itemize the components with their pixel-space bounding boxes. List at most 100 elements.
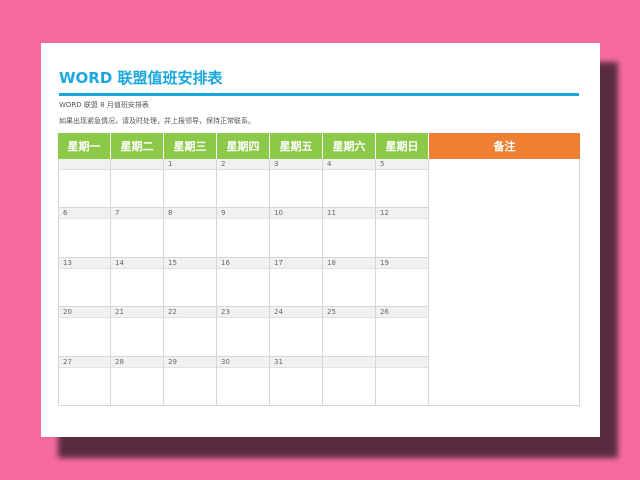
day-cell-body: [217, 170, 269, 207]
day-cell[interactable]: 13: [58, 257, 111, 308]
day-number: 5: [376, 159, 428, 170]
day-number: 14: [111, 257, 163, 269]
day-header-wed: 星期三: [164, 133, 217, 159]
day-cell[interactable]: [58, 159, 111, 209]
document-page: WORD 联盟值班安排表 WORD 联盟 8 月值班安排表 如果出现紧急情况，请…: [41, 43, 600, 437]
day-cell-body: [164, 318, 216, 355]
day-cell[interactable]: 16: [217, 257, 270, 308]
day-cell-body: [217, 269, 269, 306]
day-cell[interactable]: 28: [111, 356, 164, 406]
day-number: 21: [111, 307, 163, 319]
day-cell[interactable]: 25: [323, 307, 376, 357]
day-cell-body: [270, 368, 322, 405]
day-cell-body: [323, 219, 375, 256]
day-cell[interactable]: 12: [376, 208, 429, 258]
day-cell[interactable]: 19: [376, 257, 429, 308]
day-number: 8: [164, 208, 216, 220]
day-cell-body: [270, 219, 322, 256]
day-cell[interactable]: 29: [164, 356, 217, 406]
day-cell[interactable]: [323, 356, 376, 406]
day-cell[interactable]: 22: [164, 307, 217, 357]
day-cell-body: [217, 368, 269, 405]
day-cell[interactable]: 9: [217, 208, 270, 258]
document-title: WORD 联盟值班安排表: [59, 69, 223, 87]
day-header-thu: 星期四: [217, 133, 270, 159]
day-cell-body: [270, 170, 322, 207]
day-cell[interactable]: 30: [217, 356, 270, 406]
notes-header: 备注: [429, 133, 580, 159]
day-number: 16: [217, 257, 269, 269]
day-cell[interactable]: 2: [217, 159, 270, 209]
day-cell[interactable]: 14: [111, 257, 164, 308]
day-cell[interactable]: [376, 356, 429, 406]
day-cell[interactable]: 5: [376, 159, 429, 209]
day-number: 26: [376, 307, 428, 319]
day-header-fri: 星期五: [270, 133, 323, 159]
day-number: 11: [323, 208, 375, 220]
calendar-header-row: 星期一 星期二 星期三 星期四 星期五 星期六 星期日 备注: [58, 133, 580, 159]
day-cell[interactable]: 7: [111, 208, 164, 258]
day-number: 27: [59, 356, 110, 368]
day-cell[interactable]: 10: [270, 208, 323, 258]
day-cell[interactable]: [111, 159, 164, 209]
day-number: 24: [270, 307, 322, 319]
day-header-tue: 星期二: [111, 133, 164, 159]
calendar-week-row: 6 7 8 9 10 11 12: [58, 208, 429, 258]
day-cell-body: [217, 219, 269, 256]
day-cell[interactable]: 26: [376, 307, 429, 357]
day-number: [323, 356, 375, 368]
day-cell-body: [59, 318, 110, 355]
day-number: 12: [376, 208, 428, 220]
day-cell-body: [111, 318, 163, 355]
day-cell-body: [376, 219, 428, 256]
day-cell-body: [323, 170, 375, 207]
day-cell[interactable]: 15: [164, 257, 217, 308]
day-cell-body: [376, 368, 428, 405]
day-cell-body: [59, 269, 110, 306]
day-cell[interactable]: 21: [111, 307, 164, 357]
day-cell[interactable]: 20: [58, 307, 111, 357]
document-subtitle: WORD 联盟 8 月值班安排表: [59, 101, 149, 109]
day-cell-body: [164, 269, 216, 306]
title-underline: [59, 93, 579, 96]
day-number: 6: [59, 208, 110, 220]
day-number: [376, 356, 428, 368]
day-number: 9: [217, 208, 269, 220]
day-cell-body: [164, 219, 216, 256]
day-cell[interactable]: 4: [323, 159, 376, 209]
day-cell[interactable]: 27: [58, 356, 111, 406]
day-cell[interactable]: 6: [58, 208, 111, 258]
day-cell[interactable]: 1: [164, 159, 217, 209]
day-cell[interactable]: 18: [323, 257, 376, 308]
day-cell[interactable]: 17: [270, 257, 323, 308]
day-cell-body: [323, 368, 375, 405]
day-cell[interactable]: 3: [270, 159, 323, 209]
day-number: 29: [164, 356, 216, 368]
day-cell-body: [376, 318, 428, 355]
day-cell[interactable]: 31: [270, 356, 323, 406]
day-header-sat: 星期六: [323, 133, 376, 159]
day-number: 7: [111, 208, 163, 220]
day-cell-body: [59, 368, 110, 405]
calendar-week-row: 20 21 22 23 24 25 26: [58, 307, 429, 357]
day-number: 23: [217, 307, 269, 319]
day-cell[interactable]: 24: [270, 307, 323, 357]
day-number: 10: [270, 208, 322, 220]
day-cell-body: [111, 368, 163, 405]
day-number: 4: [323, 159, 375, 170]
calendar-week-row: 13 14 15 16 17 18 19: [58, 257, 429, 308]
day-number: 15: [164, 257, 216, 269]
day-cell[interactable]: 8: [164, 208, 217, 258]
day-number: 2: [217, 159, 269, 170]
day-cell[interactable]: 11: [323, 208, 376, 258]
day-cell[interactable]: 23: [217, 307, 270, 357]
duty-calendar: 星期一 星期二 星期三 星期四 星期五 星期六 星期日 备注 123456789…: [58, 133, 580, 406]
day-number: 30: [217, 356, 269, 368]
day-cell-body: [111, 219, 163, 256]
calendar-week-row: 27 28 29 30 31: [58, 356, 429, 406]
day-cell-body: [323, 318, 375, 355]
notes-area[interactable]: [429, 159, 580, 406]
day-cell-body: [270, 269, 322, 306]
day-cell-body: [111, 170, 163, 207]
day-cell-body: [270, 318, 322, 355]
